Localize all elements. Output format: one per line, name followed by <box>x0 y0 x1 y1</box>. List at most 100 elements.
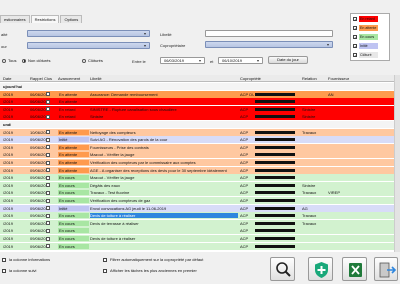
tab-restrictions[interactable]: Restrictions <box>30 15 60 23</box>
table-row[interactable]: /2019 10/06/2019 En attente Nettoyage des c… <box>0 128 400 136</box>
table-row[interactable]: /2019 09/06/2019 En cours Travaux - Test fl… <box>0 189 400 197</box>
radio-dot[interactable] <box>82 58 86 63</box>
option-auto-filter[interactable]: Filtrer automatiquement sur la coproprié… <box>103 257 203 262</box>
table-row[interactable]: /2019 09/06/2019 En cours Mazout - Vérifier… <box>0 174 400 182</box>
table-row[interactable]: /2019 09/06/2019 Initié Envoi convocations … <box>0 204 400 212</box>
table-row[interactable]: /2019 09/06/2019 En attente Fournisseurs - … <box>0 143 400 151</box>
vertical-scrollbar[interactable] <box>394 75 400 252</box>
clos-checkbox[interactable] <box>46 183 50 188</box>
legend-item[interactable]: ✓ En cours <box>353 33 378 40</box>
group-header-row[interactable]: ujourd'hui <box>0 83 400 90</box>
clos-checkbox[interactable] <box>46 221 50 226</box>
table-row[interactable]: /2019 09/06/2019 En cours Devis de toiture … <box>0 212 400 220</box>
clos-checkbox[interactable] <box>46 99 50 104</box>
libelle-input[interactable] <box>205 30 333 37</box>
radio-dot[interactable] <box>2 58 6 63</box>
legend-checkbox[interactable]: ✓ <box>353 43 357 48</box>
date-to-input[interactable]: 06/10/2019 ▾ <box>218 57 263 64</box>
table-row[interactable]: /2019 09/06/2019 En cours Dégâts des eaux AC… <box>0 181 400 189</box>
option-suivi[interactable]: la colonne suivi <box>2 268 36 273</box>
exit-button[interactable] <box>374 257 398 281</box>
legend-checkbox[interactable]: ✓ <box>353 34 357 39</box>
checkbox[interactable] <box>103 268 107 273</box>
radio-dot[interactable] <box>22 58 26 63</box>
cell-libelle: SINISTRE - Rupture canalisation sous cha… <box>90 106 177 112</box>
col-avancement[interactable]: Avancement <box>58 76 80 81</box>
option-oldest-first[interactable]: Afficher les tâches les plus anciennes e… <box>103 268 197 273</box>
clos-checkbox[interactable] <box>46 130 50 135</box>
legend-item[interactable]: ✓ Initié <box>353 42 378 49</box>
table-row[interactable]: /2019 09/06/2019 En cours ACP <box>0 227 400 235</box>
tab-options[interactable]: Options <box>60 15 83 23</box>
table-row[interactable]: /2019 09/06/2019 En cours ACP <box>0 242 400 250</box>
col-copropriete[interactable]: Copropriété <box>240 76 261 81</box>
checkbox[interactable] <box>103 257 107 262</box>
chevron-down-icon[interactable]: ▾ <box>144 44 148 48</box>
legend-item[interactable]: ✓ Clôturé <box>353 51 378 58</box>
option-informations[interactable]: la colonne informations <box>2 257 50 262</box>
chevron-down-icon[interactable]: ▾ <box>144 32 148 36</box>
clos-checkbox[interactable] <box>46 114 50 119</box>
table-row[interactable]: /2019 09/06/2019 En attente AGE - A organis… <box>0 166 400 174</box>
clos-checkbox[interactable] <box>46 236 50 241</box>
task-grid[interactable]: Date Rappel Clos Avancement Libellé Copr… <box>0 75 400 252</box>
search-button[interactable] <box>270 257 295 281</box>
clos-checkbox[interactable] <box>46 160 50 165</box>
chevron-down-icon[interactable]: ▾ <box>327 43 331 47</box>
today-button[interactable]: Date du jour <box>268 56 308 64</box>
radio-label: Tous <box>8 58 17 63</box>
radio-clotures[interactable]: Clôturés <box>82 58 103 63</box>
coproprietaire-field[interactable]: ▾ <box>205 41 333 48</box>
clos-checkbox[interactable] <box>46 152 50 157</box>
col-fournisseur[interactable]: Fournisseur <box>328 76 349 81</box>
clos-checkbox[interactable] <box>46 145 50 150</box>
filter-field-2[interactable]: ▾ <box>27 42 150 49</box>
table-row[interactable]: /2019 06/06/2019 En retard SINISTRE - Ruptu… <box>0 105 400 113</box>
clos-checkbox[interactable] <box>46 175 50 180</box>
clos-checkbox[interactable] <box>46 213 50 218</box>
clos-checkbox[interactable] <box>46 228 50 233</box>
table-row[interactable]: /2019 09/06/2019 En cours Devis de toiture … <box>0 235 400 242</box>
add-task-button[interactable] <box>308 257 333 281</box>
legend-checkbox[interactable]: ✓ <box>353 52 357 57</box>
checkbox[interactable] <box>2 268 6 273</box>
radio-tous[interactable]: Tous <box>2 58 16 63</box>
clos-checkbox[interactable] <box>46 206 50 211</box>
col-date[interactable]: Date <box>3 76 11 81</box>
clos-checkbox[interactable] <box>46 92 50 97</box>
radio-non-clotures[interactable]: Non clôturés <box>22 58 50 63</box>
checkbox[interactable] <box>2 257 6 262</box>
table-row[interactable]: /2019 06/06/2019 En retard Sinistre ACP Sinis… <box>0 113 400 121</box>
export-excel-button[interactable] <box>342 257 367 281</box>
filter-panel: aité ▾ our ▾ Libellé Copropriétaire ▾ To… <box>0 23 338 75</box>
radio-label: Non clôturés <box>28 58 51 63</box>
clos-checkbox[interactable] <box>46 107 50 112</box>
clos-checkbox[interactable] <box>46 168 50 173</box>
col-libelle[interactable]: Libellé <box>90 76 102 81</box>
table-row[interactable]: /2019 09/06/2019 En attente Vérification de… <box>0 159 400 166</box>
legend-checkbox[interactable]: ✓ <box>353 16 357 21</box>
clos-checkbox[interactable] <box>46 244 50 249</box>
legend-item[interactable]: ✓ En retard <box>353 15 378 22</box>
calendar-icon[interactable]: ▾ <box>199 59 203 63</box>
col-clos[interactable]: Clos <box>44 76 52 81</box>
legend-checkbox[interactable]: ✓ <box>353 25 357 30</box>
table-row[interactable]: /2019 09/06/2019 En attente Mazout - Vérifi… <box>0 151 400 159</box>
table-row[interactable]: /2019 06/06/2019 En attente <box>0 98 400 106</box>
table-row[interactable]: /2019 09/06/2019 En cours Vérification des … <box>0 197 400 204</box>
group-header-row[interactable]: undi <box>0 121 400 128</box>
col-relation[interactable]: Relation <box>302 76 317 81</box>
filter-field-1[interactable]: ▾ <box>27 30 150 37</box>
table-row[interactable]: /2019 06/06/2019 En attente Assurance: Dema… <box>0 90 400 98</box>
clos-checkbox[interactable] <box>46 190 50 195</box>
clos-checkbox[interactable] <box>46 198 50 203</box>
calendar-icon[interactable]: ▾ <box>257 59 261 63</box>
legend-item[interactable]: ✓ En attente <box>353 24 378 31</box>
date-from-input[interactable]: 06/03/2019 ▾ <box>160 57 205 64</box>
table-row[interactable]: /2019 09/06/2019 En cours Devis de terrasse… <box>0 219 400 227</box>
col-rappel[interactable]: Rappel <box>30 76 43 81</box>
tab-questionnaires[interactable]: estionnaires <box>0 15 30 23</box>
table-row[interactable]: /2019 09/06/2019 Initié Suivi AG - Rénovati… <box>0 136 400 144</box>
clos-checkbox[interactable] <box>46 137 50 142</box>
cell-libelle: Devis de toiture à réaliser <box>90 236 136 241</box>
